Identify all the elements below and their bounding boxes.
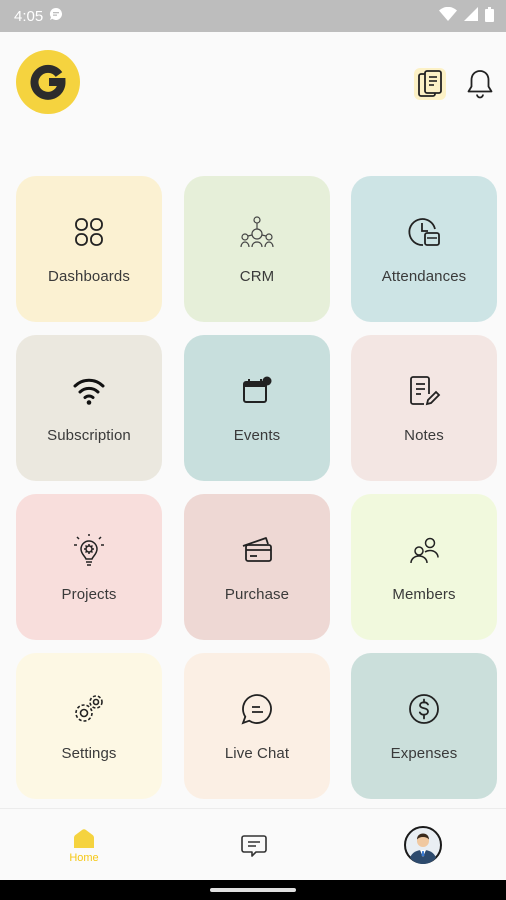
members-icon [406, 532, 442, 568]
nav-messages[interactable] [224, 809, 284, 881]
tile-dashboards[interactable]: Dashboards [16, 176, 162, 322]
chat-bubble-icon [239, 691, 275, 727]
tile-label: Expenses [390, 745, 458, 762]
app-logo[interactable] [16, 50, 80, 114]
nav-home-label: Home [69, 852, 99, 864]
wifi-signal-icon [439, 6, 457, 25]
message-icon [241, 835, 267, 857]
tile-label: Live Chat [224, 745, 290, 762]
tile-subscription[interactable]: Subscription [16, 335, 162, 481]
projects-lightbulb-icon [71, 532, 107, 568]
app-header [0, 32, 506, 142]
bell-icon [467, 70, 493, 99]
tile-purchase[interactable]: Purchase [184, 494, 330, 640]
tile-projects[interactable]: Projects [16, 494, 162, 640]
documents-icon [414, 68, 446, 100]
tile-crm[interactable]: CRM [184, 176, 330, 322]
tile-events[interactable]: Events [184, 335, 330, 481]
dollar-coin-icon [406, 691, 442, 727]
nav-profile[interactable] [400, 809, 446, 881]
nav-home[interactable]: Home [52, 809, 116, 881]
calendar-icon [239, 373, 275, 409]
tile-label: Events [233, 427, 281, 444]
tile-label: Attendances [381, 268, 467, 285]
avatar [404, 826, 442, 864]
attendance-clock-icon [406, 214, 442, 250]
cell-signal-icon [464, 7, 478, 25]
status-time: 4:05 [14, 7, 44, 25]
dashboard-grid-icon [71, 214, 107, 250]
notifications-button[interactable] [462, 66, 498, 102]
tile-label: Purchase [224, 586, 290, 603]
tile-label: Subscription [47, 427, 131, 444]
tile-notes[interactable]: Notes [351, 335, 497, 481]
gears-icon [71, 691, 107, 727]
tile-label: CRM [239, 268, 275, 285]
wifi-icon [71, 373, 107, 409]
message-notification-icon [49, 7, 63, 25]
tile-label: Projects [61, 586, 117, 603]
notes-icon [406, 373, 442, 409]
tile-label: Settings [61, 745, 117, 762]
bottom-nav: Home [0, 808, 506, 881]
tile-settings[interactable]: Settings [16, 653, 162, 799]
tile-label: Notes [404, 427, 444, 444]
tile-attendances[interactable]: Attendances [351, 176, 497, 322]
tile-label: Dashboards [48, 268, 130, 285]
tile-members[interactable]: Members [351, 494, 497, 640]
credit-card-icon [239, 532, 275, 568]
home-gesture-handle[interactable] [210, 888, 296, 892]
system-gesture-bar [0, 880, 506, 900]
status-bar: 4:05 [0, 0, 506, 32]
battery-icon [485, 6, 494, 26]
documents-button[interactable] [412, 66, 448, 102]
tile-expenses[interactable]: Expenses [351, 653, 497, 799]
crm-network-icon [239, 214, 275, 250]
tile-label: Members [392, 586, 456, 603]
tile-live-chat[interactable]: Live Chat [184, 653, 330, 799]
g-logo-icon [30, 64, 66, 100]
home-icon [74, 829, 94, 848]
